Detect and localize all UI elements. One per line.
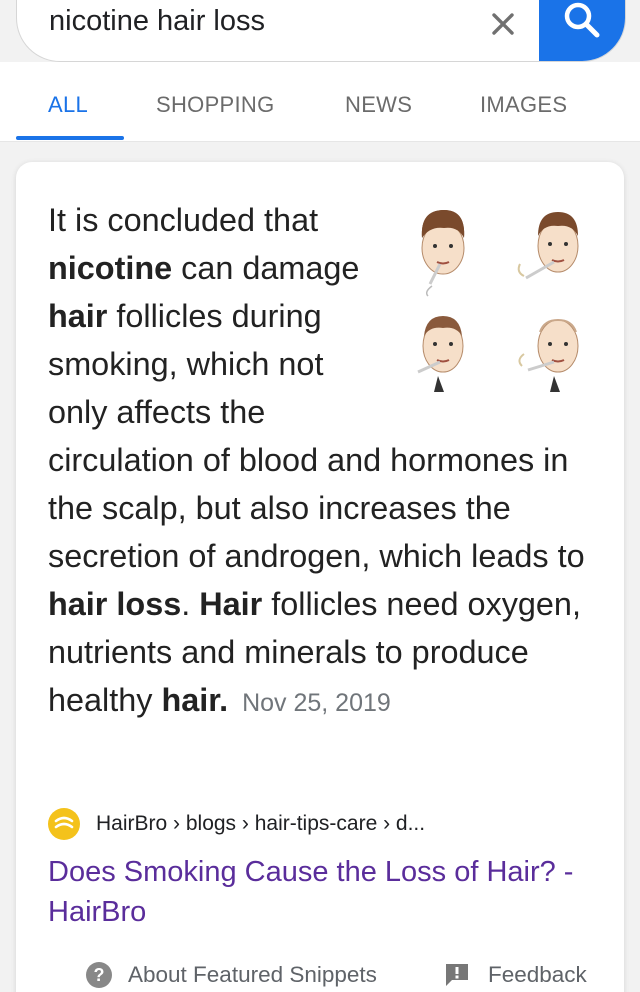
snippet-footer: ? About Featured Snippets Feedback — [16, 960, 624, 992]
feedback-label: Feedback — [488, 962, 587, 987]
snippet-highlight: hair — [161, 682, 220, 718]
snippet-highlight: Hair — [199, 586, 263, 622]
result-title-link[interactable]: Does Smoking Cause the Loss of Hair? - H… — [48, 852, 588, 932]
feedback-button[interactable]: Feedback — [444, 962, 587, 988]
snippet-highlight: hair — [48, 298, 108, 334]
face-illustration-1 — [421, 210, 465, 297]
snippet-text-part: . — [181, 586, 200, 622]
source-row[interactable]: HairBro › blogs › hair-tips-care › d... — [48, 808, 425, 840]
face-illustration-4 — [518, 318, 579, 392]
search-input[interactable]: nicotine hair loss — [49, 5, 265, 38]
face-illustration-2 — [517, 212, 579, 280]
featured-snippet-card: It is concluded that nicotine can damage… — [16, 162, 624, 992]
tab-all[interactable]: ALL — [48, 92, 88, 118]
search-tabs: ALL SHOPPING NEWS IMAGES — [0, 62, 640, 142]
active-tab-indicator — [16, 136, 124, 140]
close-icon — [492, 13, 514, 35]
tab-shopping[interactable]: SHOPPING — [156, 92, 275, 118]
about-label: About Featured Snippets — [128, 962, 377, 987]
snippet-highlight: nicotine — [48, 250, 173, 286]
snippet-text: It is concluded that nicotine can damage… — [48, 196, 608, 727]
snippet-text-part: It is concluded that — [48, 202, 319, 238]
hairbro-logo-icon — [48, 808, 80, 840]
feedback-icon — [446, 964, 468, 986]
snippet-date: Nov 25, 2019 — [242, 689, 391, 717]
about-featured-snippets-link[interactable]: ? About Featured Snippets — [86, 962, 377, 988]
face-illustration-3 — [417, 316, 464, 392]
search-icon — [564, 2, 600, 38]
snippet-image[interactable] — [396, 202, 608, 402]
tab-images[interactable]: IMAGES — [480, 92, 567, 118]
search-button[interactable] — [539, 0, 625, 61]
breadcrumb: HairBro › blogs › hair-tips-care › d... — [96, 812, 426, 835]
snippet-text-part: . — [219, 682, 229, 718]
help-icon: ? — [86, 962, 112, 988]
clear-button[interactable] — [483, 4, 523, 44]
snippet-highlight: hair loss — [48, 586, 182, 622]
search-bar[interactable]: nicotine hair loss — [16, 0, 626, 62]
snippet-text-part: can damage — [172, 250, 360, 286]
tab-news[interactable]: NEWS — [345, 92, 412, 118]
